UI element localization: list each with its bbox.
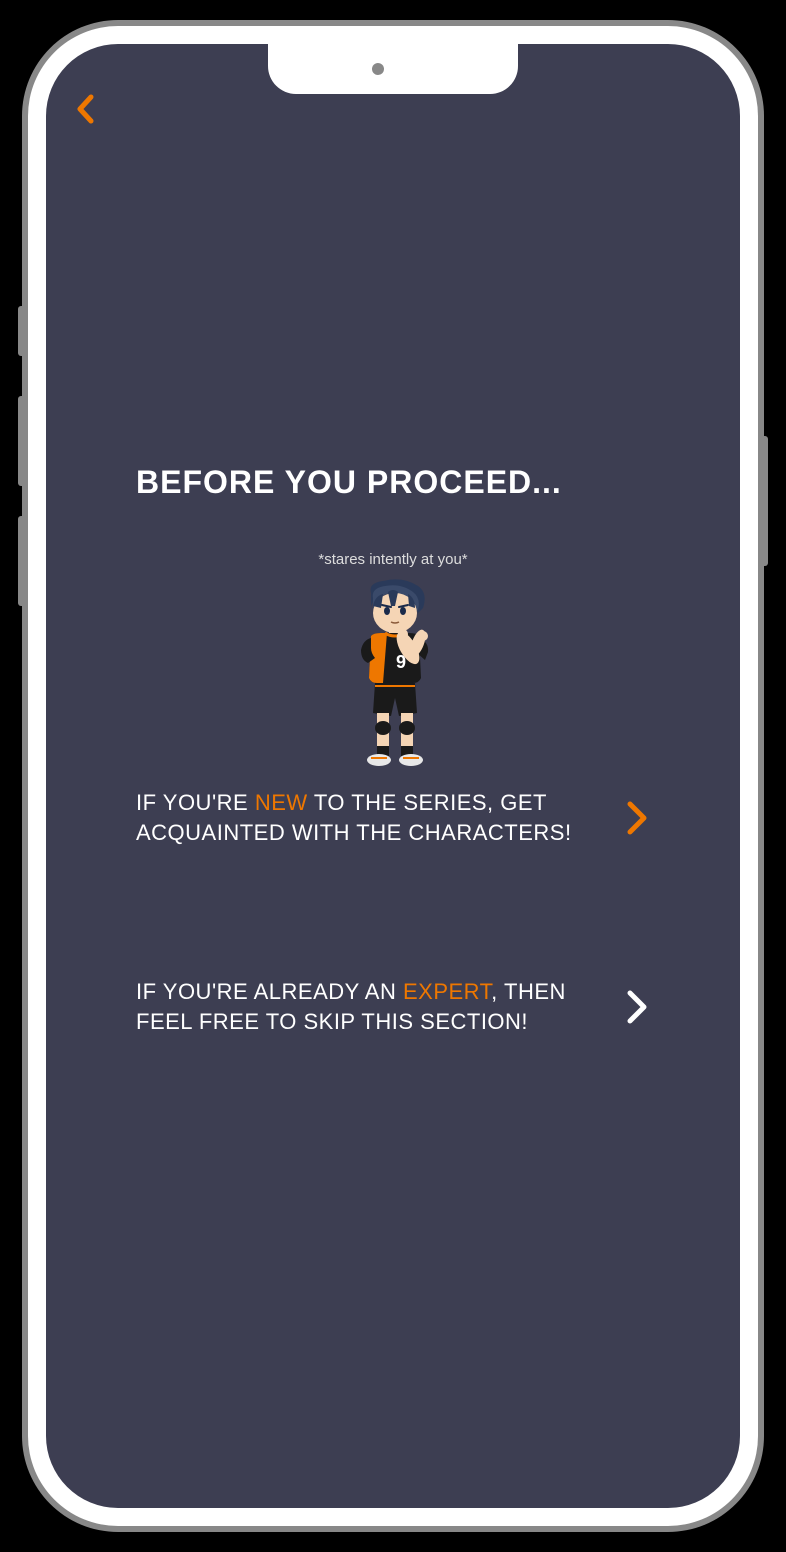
screen: BEFORE YOU PROCEED... *stares intently a… [46, 44, 740, 1508]
chevron-right-icon [626, 800, 650, 836]
phone-side-button [18, 306, 24, 356]
content-area: BEFORE YOU PROCEED... *stares intently a… [46, 44, 740, 1037]
phone-side-button [18, 396, 24, 486]
highlight-new: NEW [255, 790, 308, 815]
expert-user-option[interactable]: IF YOU'RE ALREADY AN EXPERT, THEN FEEL F… [136, 977, 650, 1036]
character-section: *stares intently at you* [136, 551, 650, 773]
expert-user-text: IF YOU'RE ALREADY AN EXPERT, THEN FEEL F… [136, 977, 606, 1036]
new-user-option[interactable]: IF YOU'RE NEW TO THE SERIES, GET ACQUAIN… [136, 788, 650, 847]
new-user-text: IF YOU'RE NEW TO THE SERIES, GET ACQUAIN… [136, 788, 606, 847]
character-caption: *stares intently at you* [136, 551, 650, 568]
svg-text:9: 9 [396, 652, 406, 672]
notch-camera-dot [372, 63, 384, 75]
back-button[interactable] [76, 94, 94, 129]
page-title: BEFORE YOU PROCEED... [136, 464, 650, 501]
character-illustration: 9 [333, 578, 453, 768]
chevron-right-icon [626, 989, 650, 1025]
highlight-expert: EXPERT [403, 979, 491, 1004]
phone-frame: BEFORE YOU PROCEED... *stares intently a… [28, 26, 758, 1526]
chevron-left-icon [76, 94, 94, 124]
phone-side-button [762, 436, 768, 566]
phone-notch [268, 44, 518, 94]
phone-side-button [18, 516, 24, 606]
